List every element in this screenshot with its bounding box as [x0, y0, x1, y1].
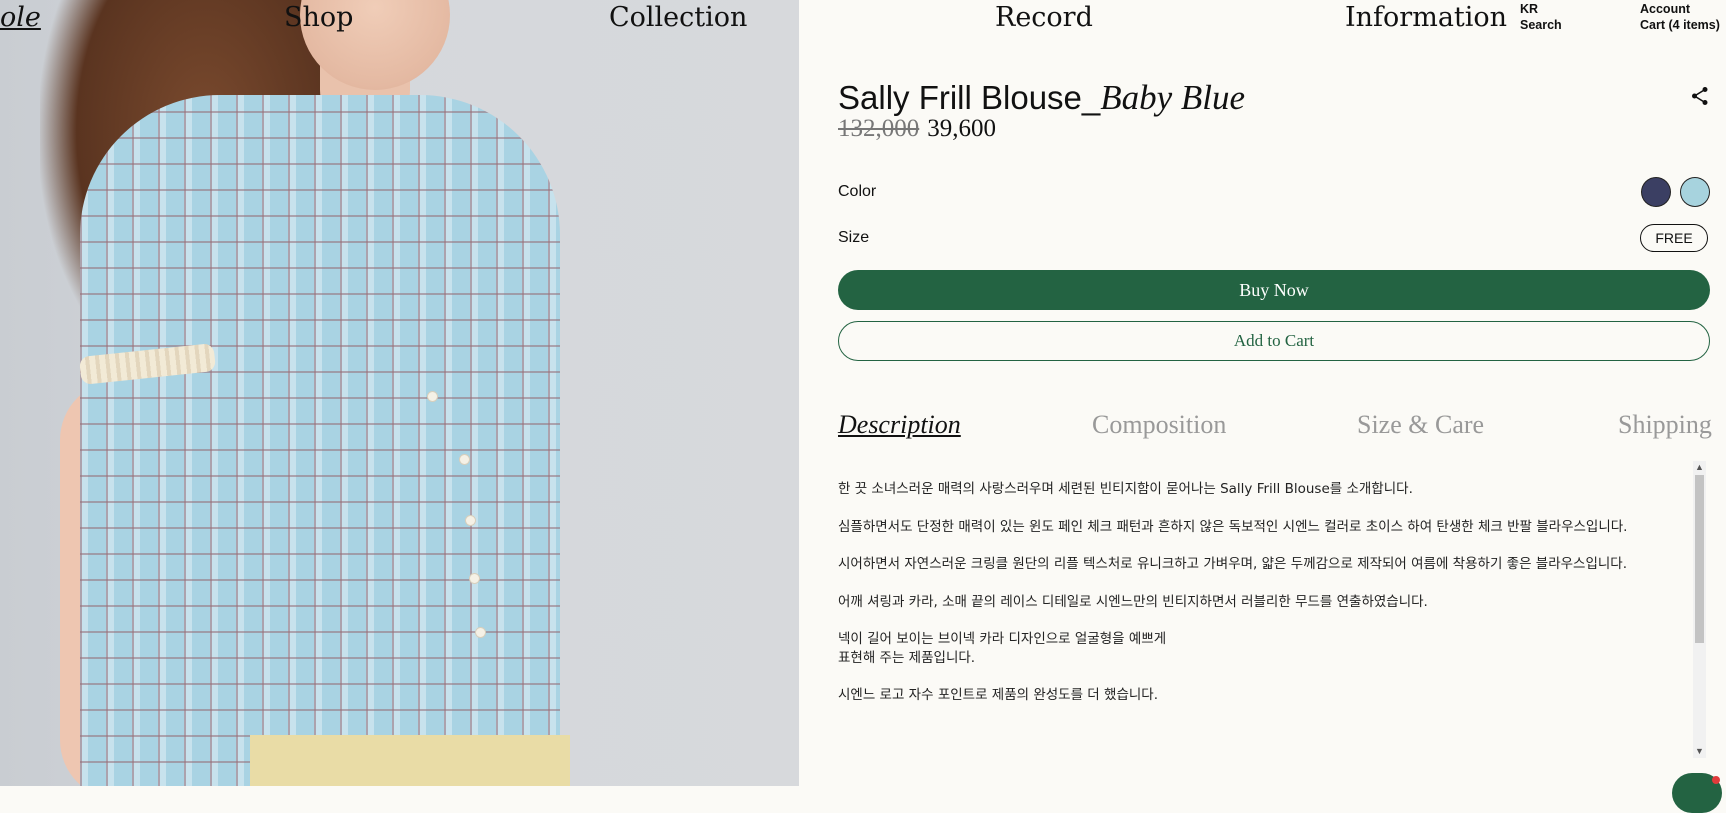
size-label: Size [838, 229, 870, 246]
language-toggle[interactable]: KR [1520, 2, 1538, 16]
chevron-down-icon[interactable]: ▼ [1695, 747, 1704, 756]
original-price: 132,000 [838, 115, 920, 142]
product-photo [0, 0, 799, 786]
nav-information[interactable]: Information [1345, 2, 1507, 33]
description-paragraph: 어깨 셔링과 카라, 소매 끝의 레이스 디테일로 시엔느만의 빈티지하면서 러… [838, 593, 1428, 610]
color-swatch-navy[interactable] [1642, 178, 1670, 206]
price: 132,000 39,600 [838, 115, 996, 143]
description-paragraph: 시엔느 로고 자수 포인트로 제품의 완성도를 더 했습니다. [838, 687, 1158, 703]
photo-button [476, 628, 485, 637]
product-title: Sally Frill Blouse_Baby Blue [838, 78, 1245, 118]
photo-button [428, 392, 437, 401]
add-to-cart-button[interactable]: Add to Cart [838, 321, 1710, 361]
size-option-free[interactable]: FREE [1640, 224, 1708, 252]
photo-button [460, 455, 469, 464]
color-swatch-baby-blue[interactable] [1681, 178, 1709, 206]
account-link[interactable]: Account [1640, 2, 1690, 16]
tab-shipping[interactable]: Shipping [1618, 410, 1712, 440]
cart-link[interactable]: Cart (4 items) [1640, 18, 1720, 32]
brand-logo-link[interactable]: ole [0, 2, 41, 33]
share-icon[interactable] [1691, 86, 1709, 106]
description-scrollbar-thumb[interactable] [1695, 475, 1704, 643]
photo-blouse [80, 95, 560, 786]
chat-notification-badge [1712, 776, 1720, 784]
description-paragraph: 넥이 길어 보이는 브이넥 카라 디자인으로 얼굴형을 예쁘게 표현해 주는 제… [838, 631, 1167, 666]
tab-description[interactable]: Description [838, 410, 961, 440]
product-variant: Baby Blue [1100, 78, 1246, 117]
description-panel: 한 끗 소녀스러운 매력의 사랑스러우며 세련된 빈티지함이 묻어나는 Sall… [838, 480, 1628, 770]
nav-record[interactable]: Record [995, 2, 1093, 33]
photo-button [470, 574, 479, 583]
description-paragraph: 시어하면서 자연스러운 크링클 원단의 리플 텍스처로 유니크하고 가벼우며, … [838, 556, 1628, 572]
search-link[interactable]: Search [1520, 18, 1562, 32]
buy-now-button[interactable]: Buy Now [838, 270, 1710, 310]
photo-skirt [250, 735, 570, 786]
nav-shop[interactable]: Shop [284, 2, 353, 33]
product-name: Sally Frill Blouse_ [838, 79, 1101, 116]
color-label: Color [838, 183, 877, 200]
nav-collection[interactable]: Collection [609, 2, 747, 33]
tab-composition[interactable]: Composition [1092, 410, 1226, 440]
description-paragraph: 심플하면서도 단정한 매력이 있는 윈도 페인 체크 패턴과 흔하지 않은 독보… [838, 518, 1628, 535]
description-paragraph: 한 끗 소녀스러운 매력의 사랑스러우며 세련된 빈티지함이 묻어나는 Sall… [838, 481, 1413, 497]
photo-button [466, 516, 475, 525]
sale-price: 39,600 [927, 115, 996, 142]
chevron-up-icon[interactable]: ▲ [1695, 463, 1704, 472]
tab-size-care[interactable]: Size & Care [1357, 410, 1484, 440]
